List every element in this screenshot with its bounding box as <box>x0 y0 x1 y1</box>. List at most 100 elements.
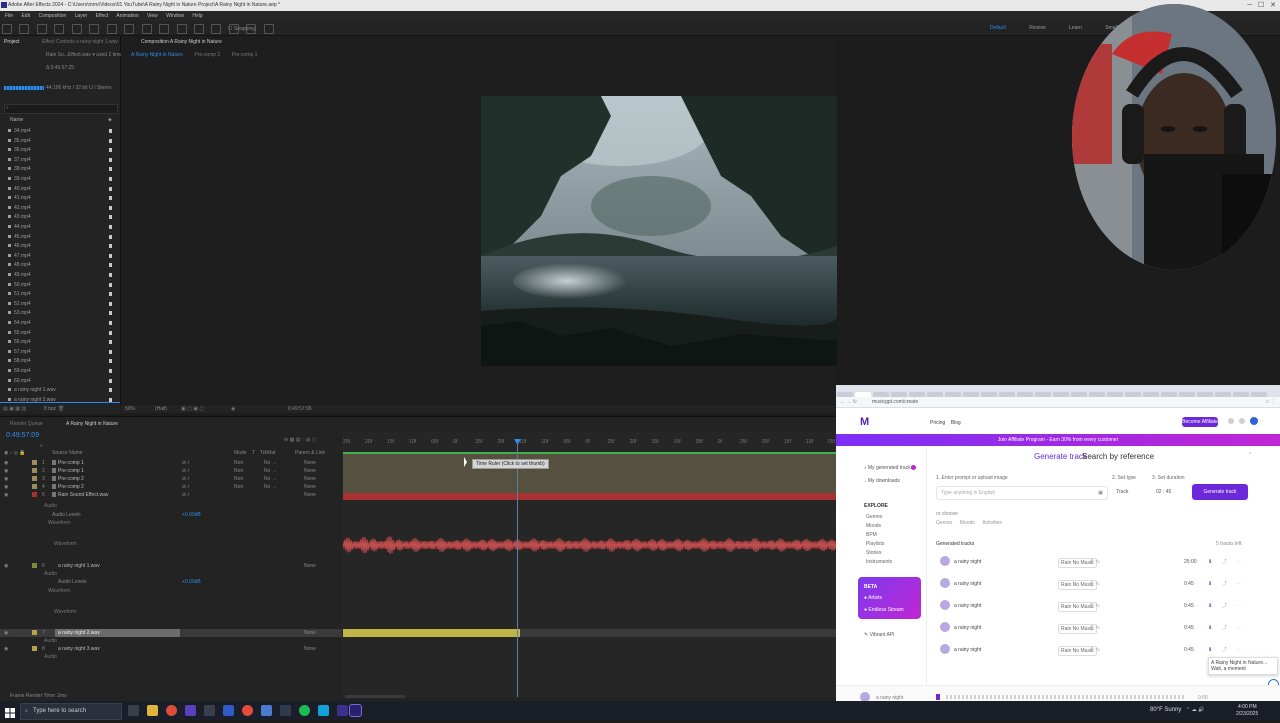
layer-row-4[interactable]: ◉ 4 Pre-comp 2 ⊘ / Norr No → None <box>0 483 342 491</box>
breadcrumb-precomp2[interactable]: Pre-comp 2 <box>194 52 220 58</box>
layer-mode[interactable]: Norr <box>234 468 244 474</box>
chip-moods[interactable]: Moods <box>960 520 975 526</box>
sidebar-playlists[interactable]: Playlists <box>866 541 884 547</box>
player-waveform[interactable] <box>946 695 1186 699</box>
tab-generate-track[interactable]: Generate track <box>1034 452 1087 461</box>
viewer-timecode[interactable]: 0:49:57:06 <box>288 406 312 412</box>
track-thumbnail[interactable] <box>940 578 950 588</box>
home-tool-icon[interactable] <box>2 24 12 34</box>
bpc-label[interactable]: 8 bpc <box>44 406 56 412</box>
generate-track-button[interactable]: Generate track <box>1192 484 1248 500</box>
after-effects-icon[interactable] <box>349 704 362 717</box>
app-icon-blue[interactable] <box>261 705 272 716</box>
layer8-parent[interactable]: None <box>304 646 316 652</box>
chip-genres[interactable]: Genres <box>936 520 952 526</box>
rotate-tool-icon[interactable] <box>106 24 117 34</box>
track-title[interactable]: a rainy night <box>954 603 981 609</box>
menu-effect[interactable]: Effect <box>96 13 109 19</box>
project-file-item[interactable]: 47.mp4 <box>6 252 116 261</box>
layer-switches-icon[interactable]: ⊘ / <box>182 460 189 466</box>
menu-file[interactable]: File <box>5 13 13 19</box>
layer8-name[interactable]: a rainy night 3.wav <box>58 646 100 652</box>
parent-column[interactable]: Parent & Link <box>295 450 325 456</box>
become-affiliate-button[interactable]: Become Affiliate <box>1182 417 1218 427</box>
share-icon[interactable]: ⤴ <box>1222 625 1227 631</box>
track-thumbnail[interactable] <box>940 622 950 632</box>
hand-tool-icon[interactable] <box>36 24 47 34</box>
layer7-label-color[interactable] <box>32 630 37 635</box>
clock-time[interactable]: 4:00 PM <box>1238 704 1257 710</box>
layer-row-8[interactable]: ◉ 8 a rainy night 3.wav None <box>0 645 342 653</box>
project-file-item[interactable]: 50.mp4 <box>6 281 116 290</box>
menu-composition[interactable]: Composition <box>38 13 66 19</box>
rain-sound-track-bar[interactable] <box>343 493 836 500</box>
audio-levels-value-2[interactable]: +0.00dB <box>182 579 201 585</box>
project-file-item[interactable]: 58.mp4 <box>6 357 116 366</box>
app-icon-dark[interactable] <box>280 705 291 716</box>
layer-trkmat[interactable]: No → <box>264 476 277 482</box>
waveform-group-label-2[interactable]: Waveform <box>48 588 71 594</box>
taskbar-search-box[interactable]: ⌕ Type here to search <box>20 703 122 720</box>
audio-group-label[interactable]: Audio <box>44 503 57 509</box>
layer-eye-icon[interactable]: ◉ <box>4 460 8 466</box>
menu-edit[interactable]: Edit <box>21 13 30 19</box>
project-file-item[interactable]: 34.mp4 <box>6 127 116 136</box>
layer-trkmat[interactable]: No → <box>264 460 277 466</box>
composition-tab[interactable]: Composition A Rainy Night in Nature <box>141 39 222 45</box>
layer6-label-color[interactable] <box>32 563 37 568</box>
project-tab[interactable]: Project <box>4 39 20 45</box>
track-title[interactable]: a rainy night <box>954 581 981 587</box>
layer-name[interactable]: Pre-comp 1 <box>58 468 84 474</box>
browser-address-bar[interactable]: ← → ↻ musicgpt.com/create ☆ ⋮ <box>836 397 1280 408</box>
sidebar-vibrant-api[interactable]: ✎ Vibrant API <box>864 632 895 638</box>
layer-switches-icon[interactable]: ⊘ / <box>182 484 189 490</box>
project-file-item[interactable]: 51.mp4 <box>6 290 116 299</box>
share-icon[interactable]: ⤴ <box>1222 581 1227 587</box>
spotify-icon[interactable] <box>299 705 310 716</box>
layer-row-6[interactable]: ◉ 6 a rainy night 1.wav None <box>0 562 342 570</box>
project-file-item[interactable]: 37.mp4 <box>6 156 116 165</box>
track-actions-icon[interactable]: ⎙ ✎ <box>1090 559 1100 565</box>
trash-icon[interactable]: 🗑 <box>58 406 64 412</box>
layer-parent[interactable]: None <box>304 484 316 490</box>
timeline-comp-tab[interactable]: A Rainy Night in Nature <box>66 421 118 427</box>
track-actions-icon[interactable]: ⎙ ✎ <box>1090 581 1100 587</box>
media-encoder-icon[interactable] <box>337 705 348 716</box>
current-time-indicator[interactable] <box>517 439 518 697</box>
sidebar-my-generated-tracks[interactable]: ♪ My generated tracks <box>864 465 913 471</box>
layer-row-2[interactable]: ◉ 2 Pre-comp 1 ⊘ / Norr No → None <box>0 467 342 475</box>
mode-column[interactable]: Mode <box>234 450 247 456</box>
timeline-zoom-slider[interactable] <box>345 695 405 698</box>
project-file-item[interactable]: 41.mp4 <box>6 194 116 203</box>
menu-window[interactable]: Window <box>166 13 184 19</box>
layer-mode[interactable]: Norr <box>234 476 244 482</box>
nav-blog[interactable]: Blog <box>951 420 961 426</box>
window-controls[interactable]: ─ ☐ ✕ <box>1247 1 1276 9</box>
composition-preview-image[interactable] <box>481 96 837 366</box>
layer-name[interactable]: Rain Sound Effect.wav <box>58 492 109 498</box>
image-upload-icon[interactable]: ▣ <box>1098 490 1103 496</box>
project-file-item[interactable]: 57.mp4 <box>6 348 116 357</box>
project-file-item[interactable]: 44.mp4 <box>6 223 116 232</box>
workspace-review[interactable]: Review <box>1029 25 1045 31</box>
layer-label-color[interactable] <box>32 492 37 497</box>
track-actions-icon[interactable]: ⎙ ✎ <box>1090 647 1100 653</box>
menu-animation[interactable]: Animation <box>116 13 138 19</box>
share-icon[interactable]: ⤴ <box>1222 559 1227 565</box>
workspace-learn[interactable]: Learn <box>1069 25 1082 31</box>
toast-notification[interactable]: A Rainy Night in Nature... Wait, a momen… <box>1208 657 1278 675</box>
generated-track-row[interactable]: a rainy night Rain No Music ⎙ ✎ 0:45 ⬇ ⤴ ⋯ <box>940 597 1280 617</box>
collapse-icon[interactable]: ⌃ <box>1248 452 1252 458</box>
menu-help[interactable]: Help <box>192 13 202 19</box>
layer-name[interactable]: Pre-comp 1 <box>58 460 84 466</box>
download-icon[interactable]: ⬇ <box>1208 559 1212 565</box>
generated-track-row[interactable]: a rainy night Rain No Music ⎙ ✎ 0:45 ⬇ ⤴ ⋯ <box>940 575 1280 595</box>
effect-controls-tab[interactable]: Effect Controls a rainy night 1.wav <box>42 39 118 45</box>
more-icon[interactable]: ⋯ <box>1236 647 1241 653</box>
project-file-item[interactable]: 59.mp4 <box>6 367 116 376</box>
layer-switches-icon[interactable]: ⊘ / <box>182 492 189 498</box>
weather-widget[interactable]: 80°F Sunny <box>1150 707 1181 714</box>
breadcrumb-main[interactable]: A Rainy Night in Nature <box>131 52 183 58</box>
layer-parent[interactable]: None <box>304 476 316 482</box>
render-queue-tab[interactable]: Render Queue <box>10 421 43 427</box>
